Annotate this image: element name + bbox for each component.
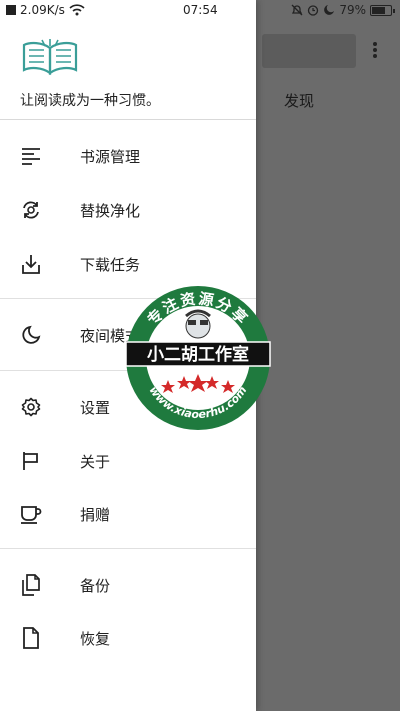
status-left: 2.09K/s [6,3,85,17]
menu-item-replace-purify[interactable]: 替换净化 [0,186,256,234]
wifi-icon [69,4,85,16]
moon-status-icon [324,5,335,15]
menu-item-restore[interactable]: 恢复 [0,614,256,662]
backup-icon [20,574,42,596]
flag-icon [20,450,42,472]
menu-item-label: 设置 [80,398,111,417]
drawer-header: 让阅读成为一种习惯。 [0,22,256,120]
divider [0,548,256,549]
watermark-banner: 小二胡工作室 [147,344,249,365]
menu-item-label: 替换净化 [80,201,141,220]
tab-discover[interactable]: 发现 [284,90,314,111]
menu-item-about[interactable]: 关于 [0,437,256,485]
bell-off-icon [291,4,303,16]
search-box[interactable] [262,34,356,68]
menu-item-label: 下载任务 [80,255,141,274]
battery-percent: 79% [339,3,366,17]
book-logo-icon [22,39,78,76]
menu-item-label: 备份 [80,576,111,595]
coffee-icon [20,503,42,525]
battery-icon [370,4,395,16]
moon-icon [20,324,42,346]
menu-item-download-tasks[interactable]: 下载任务 [0,240,256,288]
menu-item-label: 恢复 [80,629,111,648]
menu-item-label: 书源管理 [80,147,141,166]
download-icon [20,253,42,275]
gear-icon [20,396,42,418]
status-time: 07:54 [183,3,218,17]
status-bar: 2.09K/s 07:54 79% [0,0,400,22]
menu-item-book-sources[interactable]: 书源管理 [0,132,256,180]
file-icon [20,627,42,649]
status-right: 79% [291,3,395,17]
menu-item-label: 关于 [80,452,111,471]
mascot-icon [185,309,211,339]
menu-item-backup[interactable]: 备份 [0,561,256,609]
drawer-slogan: 让阅读成为一种习惯。 [20,93,160,109]
menu-item-label: 捐赠 [80,505,111,524]
alarm-icon [308,5,319,16]
signal-icon [6,5,16,15]
menu-item-donate[interactable]: 捐赠 [0,490,256,538]
more-menu-icon[interactable] [368,38,382,62]
replace-icon [20,199,42,221]
network-speed: 2.09K/s [20,3,65,17]
list-icon [20,145,42,167]
watermark-badge: 专注资源分享 www.xiaoerhu.com 小二胡工作室 [125,286,271,430]
battery-fill [372,6,386,14]
